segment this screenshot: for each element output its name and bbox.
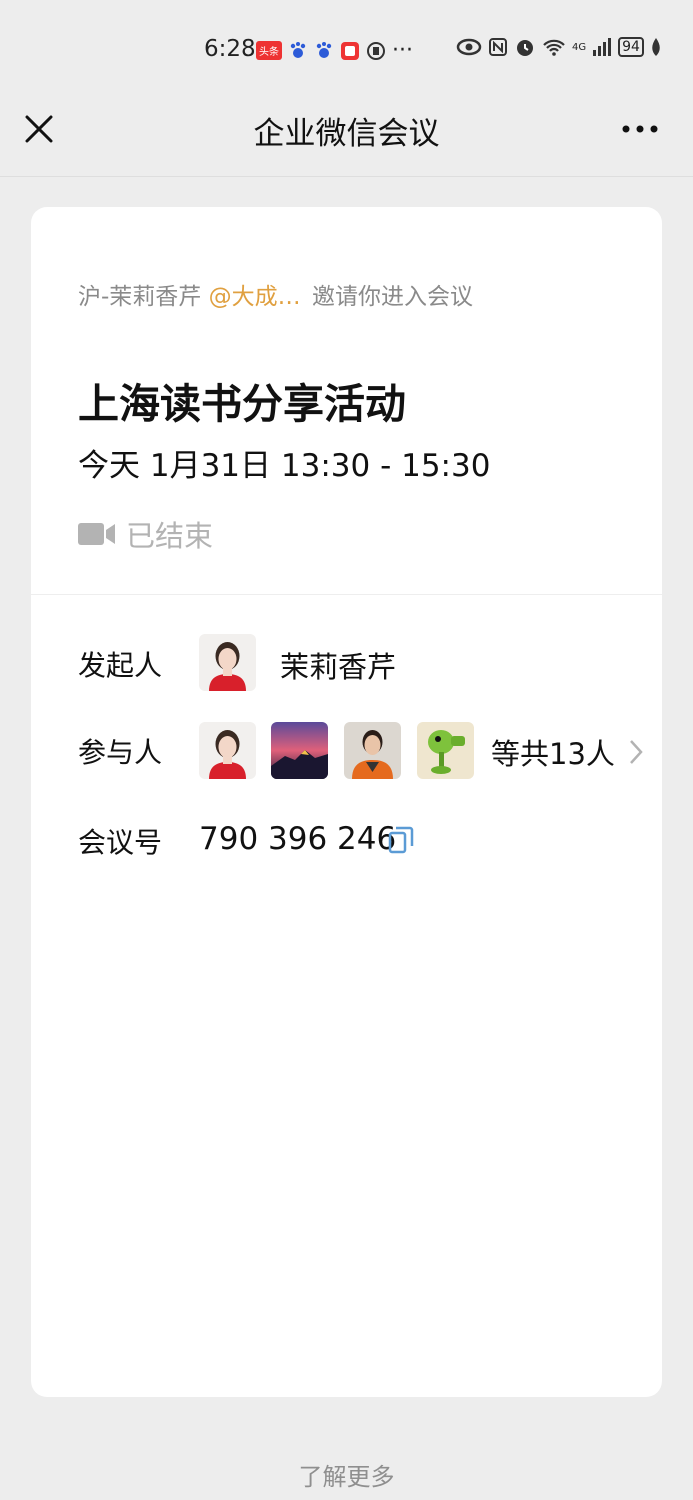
host-label: 发起人 [78, 649, 163, 682]
invite-message: 邀请你进入会议 [311, 284, 473, 310]
divider [31, 594, 662, 595]
baidu-paw-icon [290, 41, 306, 58]
more-options-icon[interactable] [620, 112, 660, 146]
page-title: 企业微信会议 [253, 116, 440, 152]
status-system-icons: 4G 94 [456, 36, 662, 58]
battery-indicator: 94 [618, 37, 644, 57]
meeting-card: 沪-茉莉香芹 @大成… 邀请你进入会议 上海读书分享活动 今天 1月31日 13… [31, 207, 662, 1397]
inviter-mention[interactable]: @大成… [209, 284, 301, 310]
participants-total[interactable]: 等共13人 [491, 731, 615, 773]
baidu-paw-icon [316, 41, 332, 58]
shield-app-icon [367, 41, 385, 60]
video-camera-icon [78, 523, 115, 545]
participants-label: 参与人 [78, 736, 163, 769]
status-bar: 6:28 头条 ··· 4G 94 [0, 0, 693, 100]
participant-avatar[interactable] [199, 722, 256, 779]
status-time: 6:28 [204, 36, 256, 62]
participant-avatar[interactable] [417, 722, 474, 779]
learn-more-link[interactable]: 了解更多 [0, 1457, 693, 1492]
alarm-icon [517, 40, 533, 56]
invite-line: 沪-茉莉香芹 @大成… 邀请你进入会议 [78, 277, 473, 311]
status-notification-icons: 头条 ··· [256, 38, 413, 63]
toutiao-icon: 头条 [256, 41, 282, 60]
participant-avatar[interactable] [344, 722, 401, 779]
participant-avatar[interactable] [271, 722, 328, 779]
inviter-name: 沪-茉莉香芹 [78, 284, 202, 310]
more-notifications-icon: ··· [392, 38, 413, 63]
eye-icon [456, 38, 482, 56]
leaf-icon [652, 38, 660, 56]
signal-icon [593, 38, 612, 56]
host-name: 茉莉香芹 [280, 650, 397, 684]
meeting-status-text: 已结束 [126, 519, 214, 553]
wifi-icon [543, 39, 565, 56]
host-avatar[interactable] [199, 634, 256, 691]
network-type: 4G [572, 41, 587, 53]
red-app-icon [341, 41, 359, 60]
nfc-icon [489, 38, 507, 56]
nav-bar: 企业微信会议 [0, 100, 693, 177]
chevron-right-icon[interactable] [629, 739, 643, 765]
meeting-status: 已结束 [78, 513, 213, 555]
meeting-number-label: 会议号 [78, 826, 163, 859]
meeting-time: 今天 1月31日 13:30 - 15:30 [78, 448, 491, 484]
meeting-title: 上海读书分享活动 [78, 380, 406, 428]
copy-icon[interactable] [388, 825, 414, 855]
meeting-number-value: 790 396 246 [199, 821, 397, 857]
